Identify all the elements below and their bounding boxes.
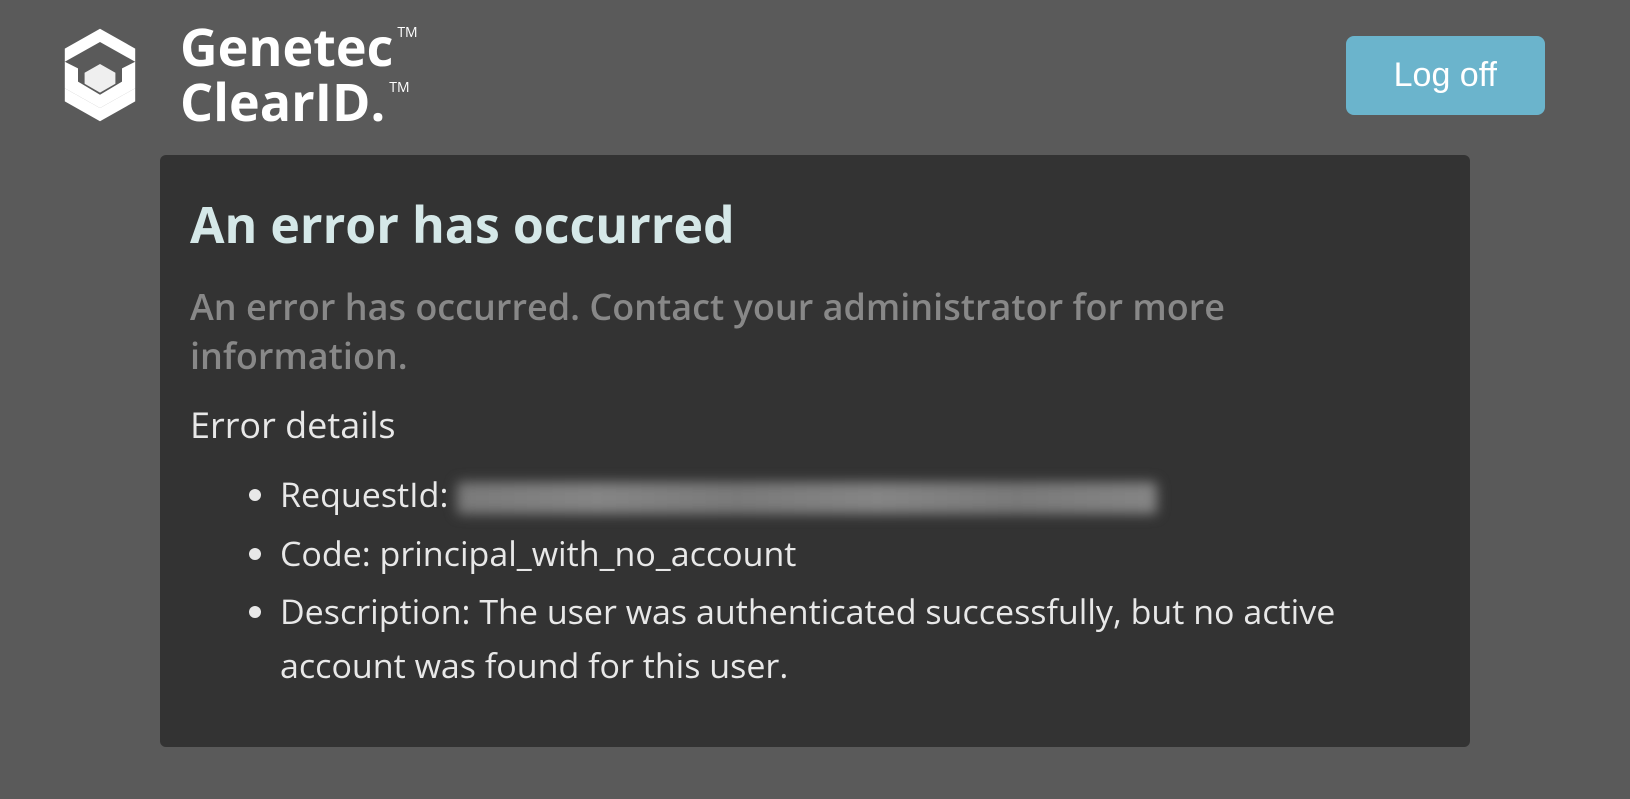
logo-text: Genetec TM ClearID. TM [180, 20, 418, 129]
logoff-button[interactable]: Log off [1346, 36, 1545, 115]
error-details-list: RequestId: Code: principal_with_no_accou… [190, 467, 1440, 693]
error-details-heading: Error details [190, 400, 1440, 449]
error-request-id-item: RequestId: [280, 467, 1440, 521]
error-description-item: Description: The user was authenticated … [280, 584, 1440, 693]
trademark-symbol: TM [397, 26, 417, 41]
error-subtitle: An error has occurred. Contact your admi… [190, 283, 1440, 380]
page-header: Genetec TM ClearID. TM Log off [0, 0, 1630, 150]
description-label: Description: [280, 588, 479, 634]
error-title: An error has occurred [190, 190, 1440, 258]
error-panel: An error has occurred An error has occur… [160, 155, 1470, 747]
code-label: Code: [280, 530, 380, 576]
request-id-value-redacted [457, 482, 1157, 514]
code-value: principal_with_no_account [380, 530, 797, 576]
trademark-symbol: TM [389, 81, 409, 96]
genetec-logo-icon [40, 15, 160, 135]
logo-line-2: ClearID. [180, 75, 385, 130]
request-id-label: RequestId: [280, 471, 457, 517]
logo-container: Genetec TM ClearID. TM [40, 15, 418, 135]
error-code-item: Code: principal_with_no_account [280, 526, 1440, 580]
